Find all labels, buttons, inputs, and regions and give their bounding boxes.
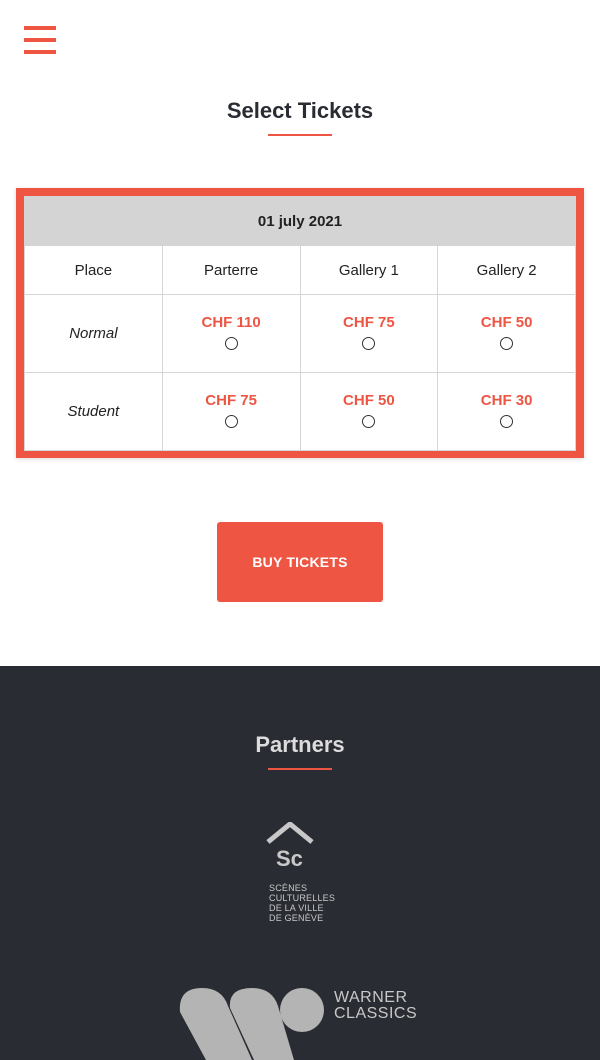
price-normal-parterre: CHF 110 <box>201 313 261 331</box>
row-label-normal: Normal <box>24 294 163 373</box>
price-cell: CHF 110 <box>161 294 301 373</box>
scenes-culturelles-line: DE LA VILLE <box>269 903 324 913</box>
radio-student-gallery-2[interactable] <box>500 414 514 428</box>
performance-date: 01 july 2021 <box>24 196 576 246</box>
warner-classics-logo-mark <box>179 988 324 1060</box>
price-student-gallery-2: CHF 30 <box>480 391 533 409</box>
select-tickets-title: Select Tickets <box>226 98 374 123</box>
price-row-normal: Normal CHF 110 CHF 75 CHF 50 <box>24 294 576 373</box>
ticket-selection-panel: 01 july 2021 Place Parterre Gallery 1 Ga… <box>16 188 584 458</box>
partners-title-underline <box>268 768 332 770</box>
scenes-culturelles-line: DE GENÈVE <box>269 913 324 923</box>
price-normal-gallery-2: CHF 50 <box>480 313 533 331</box>
column-header-gallery-1: Gallery 1 <box>299 245 439 295</box>
price-student-parterre: CHF 75 <box>205 391 257 409</box>
column-header-parterre: Parterre <box>161 245 301 295</box>
scenes-culturelles-text: SCÈNES CULTURELLES DE LA VILLE DE GENÈVE <box>269 883 335 923</box>
date-row: 01 july 2021 <box>24 196 576 246</box>
radio-normal-gallery-2[interactable] <box>500 336 514 350</box>
warner-classics-line: CLASSICS <box>334 1005 418 1022</box>
menu-bar <box>24 50 56 54</box>
radio-normal-parterre[interactable] <box>224 336 238 350</box>
header-row: Place Parterre Gallery 1 Gallery 2 <box>24 245 576 295</box>
ticket-table: 01 july 2021 Place Parterre Gallery 1 Ga… <box>24 196 576 451</box>
price-row-student: Student CHF 75 CHF 50 CHF 30 <box>24 372 576 451</box>
partners-title: Partners <box>255 732 345 757</box>
radio-student-gallery-1[interactable] <box>362 414 376 428</box>
warner-classics-line: WARNER <box>334 989 408 1006</box>
warner-classics-logo[interactable] <box>178 986 328 1060</box>
price-cell: CHF 50 <box>437 294 576 373</box>
buy-tickets-button[interactable]: BUY TICKETS <box>217 522 383 602</box>
price-cell: CHF 75 <box>161 372 301 451</box>
price-cell: CHF 75 <box>299 294 439 373</box>
row-label-student: Student <box>24 372 163 451</box>
radio-normal-gallery-1[interactable] <box>362 336 376 350</box>
price-normal-gallery-1: CHF 75 <box>343 313 395 331</box>
scenes-culturelles-line: CULTURELLES <box>269 893 336 903</box>
title-underline <box>268 134 332 136</box>
hamburger-menu-icon[interactable] <box>24 26 56 54</box>
column-header-gallery-2: Gallery 2 <box>437 245 576 295</box>
warner-classics-text: WARNER CLASSICS <box>334 990 417 1022</box>
scenes-culturelles-logo-letters: Sc <box>276 846 303 871</box>
menu-bar <box>24 38 56 42</box>
menu-bar <box>24 26 56 30</box>
scenes-culturelles-line: SCÈNES <box>269 883 308 893</box>
price-student-gallery-1: CHF 50 <box>343 391 395 409</box>
price-cell: CHF 50 <box>299 372 439 451</box>
scenes-culturelles-logo-mark: Sc <box>266 820 314 871</box>
column-header-place: Place <box>24 245 163 295</box>
price-cell: CHF 30 <box>437 372 576 451</box>
radio-student-parterre[interactable] <box>224 414 238 428</box>
